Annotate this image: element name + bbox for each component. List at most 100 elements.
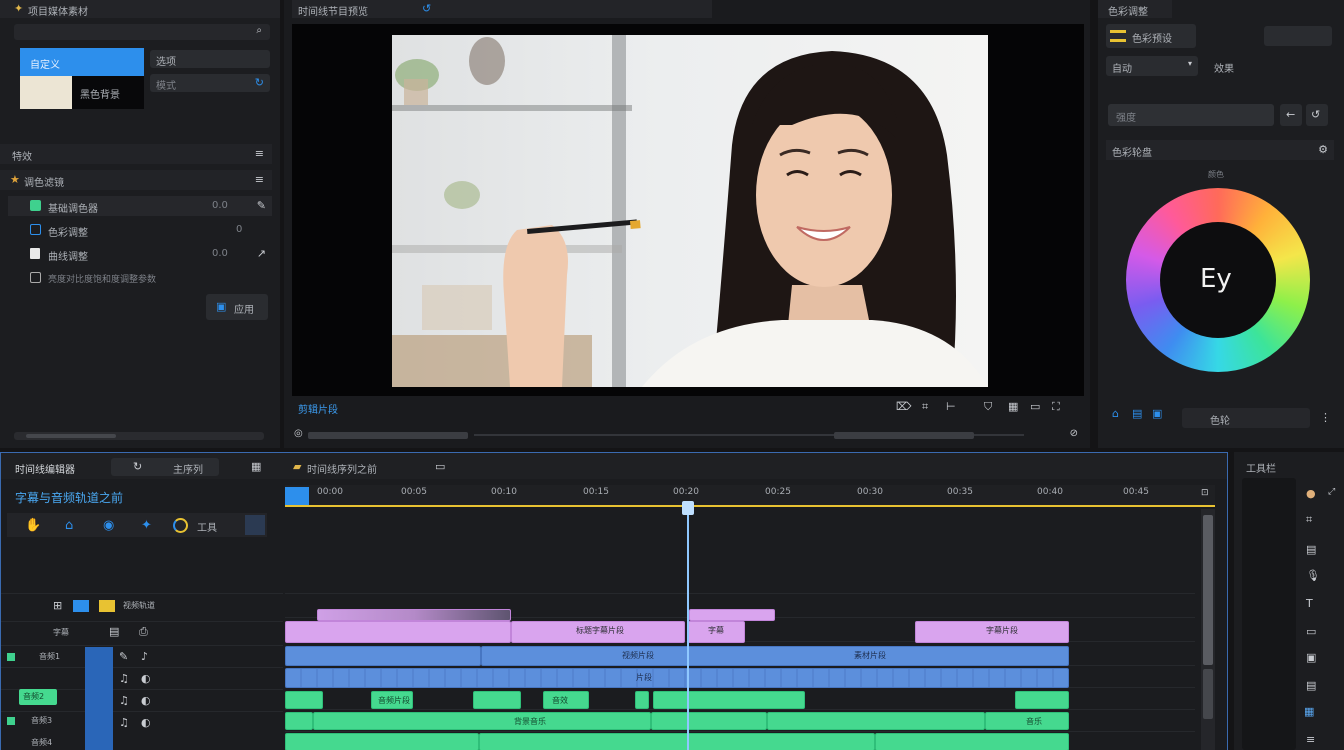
ring-icon[interactable] — [173, 518, 188, 533]
playhead-handle[interactable] — [682, 501, 694, 515]
timeline-clip[interactable] — [635, 691, 649, 709]
section-effects[interactable]: 特效 ≡ — [0, 144, 272, 164]
timeline-clip[interactable] — [285, 691, 323, 709]
mute-icon-3[interactable]: ♫ — [119, 717, 129, 728]
left-scrollbar[interactable] — [14, 432, 264, 440]
text-icon[interactable]: T — [1306, 598, 1313, 609]
ruler-settings-icon[interactable]: ⊡ — [1201, 489, 1209, 498]
layers-icon[interactable]: ▤ — [1132, 408, 1142, 419]
viewer-scrubber[interactable]: ◎ ⊘ — [294, 429, 1084, 440]
auto-dropdown[interactable]: 自动 ▾ — [1106, 56, 1198, 76]
section-color-filters[interactable]: ★ 调色滤镜 ≡ — [0, 170, 272, 190]
crop-icon[interactable]: ⌗ — [922, 401, 928, 412]
filter-item-0[interactable]: 基础调色器 0.0 ✎ — [8, 196, 272, 216]
timeline-tab-main[interactable]: ↻ 主序列 — [111, 458, 219, 476]
timeline-clip[interactable]: 音频片段 — [371, 691, 413, 709]
color-preset-cream[interactable] — [20, 76, 72, 109]
expand-icon[interactable]: ▭ — [435, 461, 445, 472]
solo-icon[interactable]: ◐ — [141, 673, 151, 684]
filter-item-1[interactable]: 色彩调整 0 — [8, 220, 272, 240]
timeline-tab-secondary[interactable]: 时间线序列之前 — [307, 461, 377, 476]
mic-icon[interactable]: 🎙 — [1306, 570, 1320, 581]
home-icon[interactable]: ⌂ — [1112, 408, 1119, 419]
undo-button[interactable]: ← — [1280, 104, 1302, 126]
timeline-clip[interactable] — [689, 609, 775, 621]
timeline-clip[interactable] — [479, 733, 875, 750]
grid-icon[interactable]: ▦ — [251, 461, 261, 472]
color-preset-blue[interactable]: 自定义 — [20, 48, 144, 76]
solo-icon-3[interactable]: ◐ — [141, 717, 151, 728]
lock-icon[interactable]: ⊞ — [53, 600, 62, 611]
preset-button[interactable]: 色彩预设 — [1106, 24, 1196, 48]
track-select-column[interactable] — [85, 647, 113, 750]
print-icon[interactable]: ⎙ — [139, 626, 148, 637]
right-blank-button[interactable] — [1264, 26, 1332, 46]
timeline-clip[interactable]: 背景音乐 — [313, 712, 651, 730]
reset-button[interactable]: ↺ — [1306, 104, 1328, 126]
color-preset-black[interactable]: 黑色背景 — [72, 76, 144, 109]
ruler-home-button[interactable] — [285, 487, 309, 505]
fullscreen-icon[interactable]: ⛶ — [1052, 401, 1060, 412]
search-bar[interactable]: ⌕ — [14, 24, 270, 40]
color-wheel[interactable]: Ey — [1126, 188, 1310, 372]
track-toggle-5[interactable] — [7, 717, 15, 725]
timeline-clip[interactable]: 音乐 — [985, 712, 1069, 730]
hand-icon[interactable]: ✋ — [25, 519, 41, 532]
home-icon[interactable]: ⌂ — [65, 519, 73, 532]
timeline-clip[interactable] — [1015, 691, 1069, 709]
mute-icon[interactable]: ♫ — [119, 673, 129, 684]
timeline-clip[interactable]: 字幕片段 — [915, 621, 1069, 643]
track-toggle-2[interactable] — [7, 653, 15, 661]
timeline-clip[interactable]: 音效 — [543, 691, 589, 709]
tools-more-button[interactable] — [245, 515, 265, 535]
apply-button[interactable]: ▣ 应用 — [206, 294, 268, 320]
color-wheel-section[interactable]: 色彩轮盘 ⚙ — [1106, 140, 1334, 160]
compass-icon[interactable]: ◉ — [103, 519, 114, 532]
document-icon[interactable]: ▤ — [109, 626, 119, 637]
expand-icon[interactable]: ⤢ — [1328, 488, 1335, 497]
car-icon[interactable]: ▭ — [1306, 626, 1316, 637]
panel-icon[interactable]: ▣ — [1152, 408, 1162, 419]
layers-icon[interactable]: ▤ — [1306, 544, 1316, 555]
timeline-clip[interactable]: 标题字幕片段 — [511, 621, 685, 643]
timeline-clip[interactable] — [473, 691, 521, 709]
timeline-clip[interactable] — [285, 712, 313, 730]
timeline-clip[interactable]: 片段 — [285, 668, 1069, 688]
timeline-clip[interactable] — [317, 609, 511, 621]
list-icon[interactable]: ≡ — [1306, 734, 1315, 745]
crop-icon[interactable]: ⌗ — [1306, 514, 1312, 525]
timeline-clip[interactable]: 字幕 — [687, 621, 745, 643]
screen-icon[interactable]: ▭ — [1030, 401, 1040, 412]
document-icon[interactable]: ▤ — [1306, 680, 1316, 691]
timeline-clip[interactable] — [875, 733, 1069, 750]
video-frame[interactable] — [292, 24, 1084, 396]
puzzle-icon[interactable]: ✦ — [141, 519, 152, 532]
pen-icon[interactable]: ✎ — [119, 651, 128, 662]
timeline-clip[interactable] — [285, 646, 481, 666]
loop-icon[interactable]: ◎ — [294, 429, 303, 439]
color-wheel-footer-select[interactable]: 色轮 — [1182, 408, 1310, 428]
timeline-clip[interactable] — [651, 712, 767, 730]
speaker-icon[interactable]: ♪ — [141, 651, 148, 662]
timeline-vscroll[interactable] — [1201, 509, 1215, 750]
side-dropdown-1[interactable]: 选项 — [150, 50, 270, 68]
solo-icon-2[interactable]: ◐ — [141, 695, 151, 706]
palette-icon[interactable]: ● — [1306, 488, 1316, 499]
timeline-clip[interactable]: 视频片段 素材片段 — [481, 646, 1069, 666]
link-icon[interactable]: ↺ — [422, 3, 431, 14]
intensity-input[interactable]: 强度 — [1108, 104, 1274, 126]
mute-icon-2[interactable]: ♫ — [119, 695, 129, 706]
timeline-clip[interactable] — [653, 691, 805, 709]
timeline-clip[interactable] — [767, 712, 985, 730]
side-dropdown-2[interactable]: 模式 ↻ — [150, 74, 270, 92]
playhead[interactable] — [687, 503, 689, 750]
image-icon[interactable]: ▣ — [1306, 652, 1316, 663]
timeline-ruler[interactable]: 00:00 00:05 00:10 00:15 00:20 00:25 00:3… — [285, 485, 1215, 507]
timeline-clip[interactable] — [285, 621, 511, 643]
zoom-icon[interactable]: ⊘ — [1070, 429, 1078, 439]
shield-icon[interactable]: ⛉ — [984, 401, 992, 412]
more-icon[interactable]: ⋮ — [1320, 412, 1331, 423]
filter-item-3[interactable]: 亮度对比度饱和度调整参数 — [8, 268, 272, 288]
split-icon[interactable]: ⌦ — [896, 401, 912, 412]
filter-item-2[interactable]: 曲线调整 0.0 ↗ — [8, 244, 272, 264]
